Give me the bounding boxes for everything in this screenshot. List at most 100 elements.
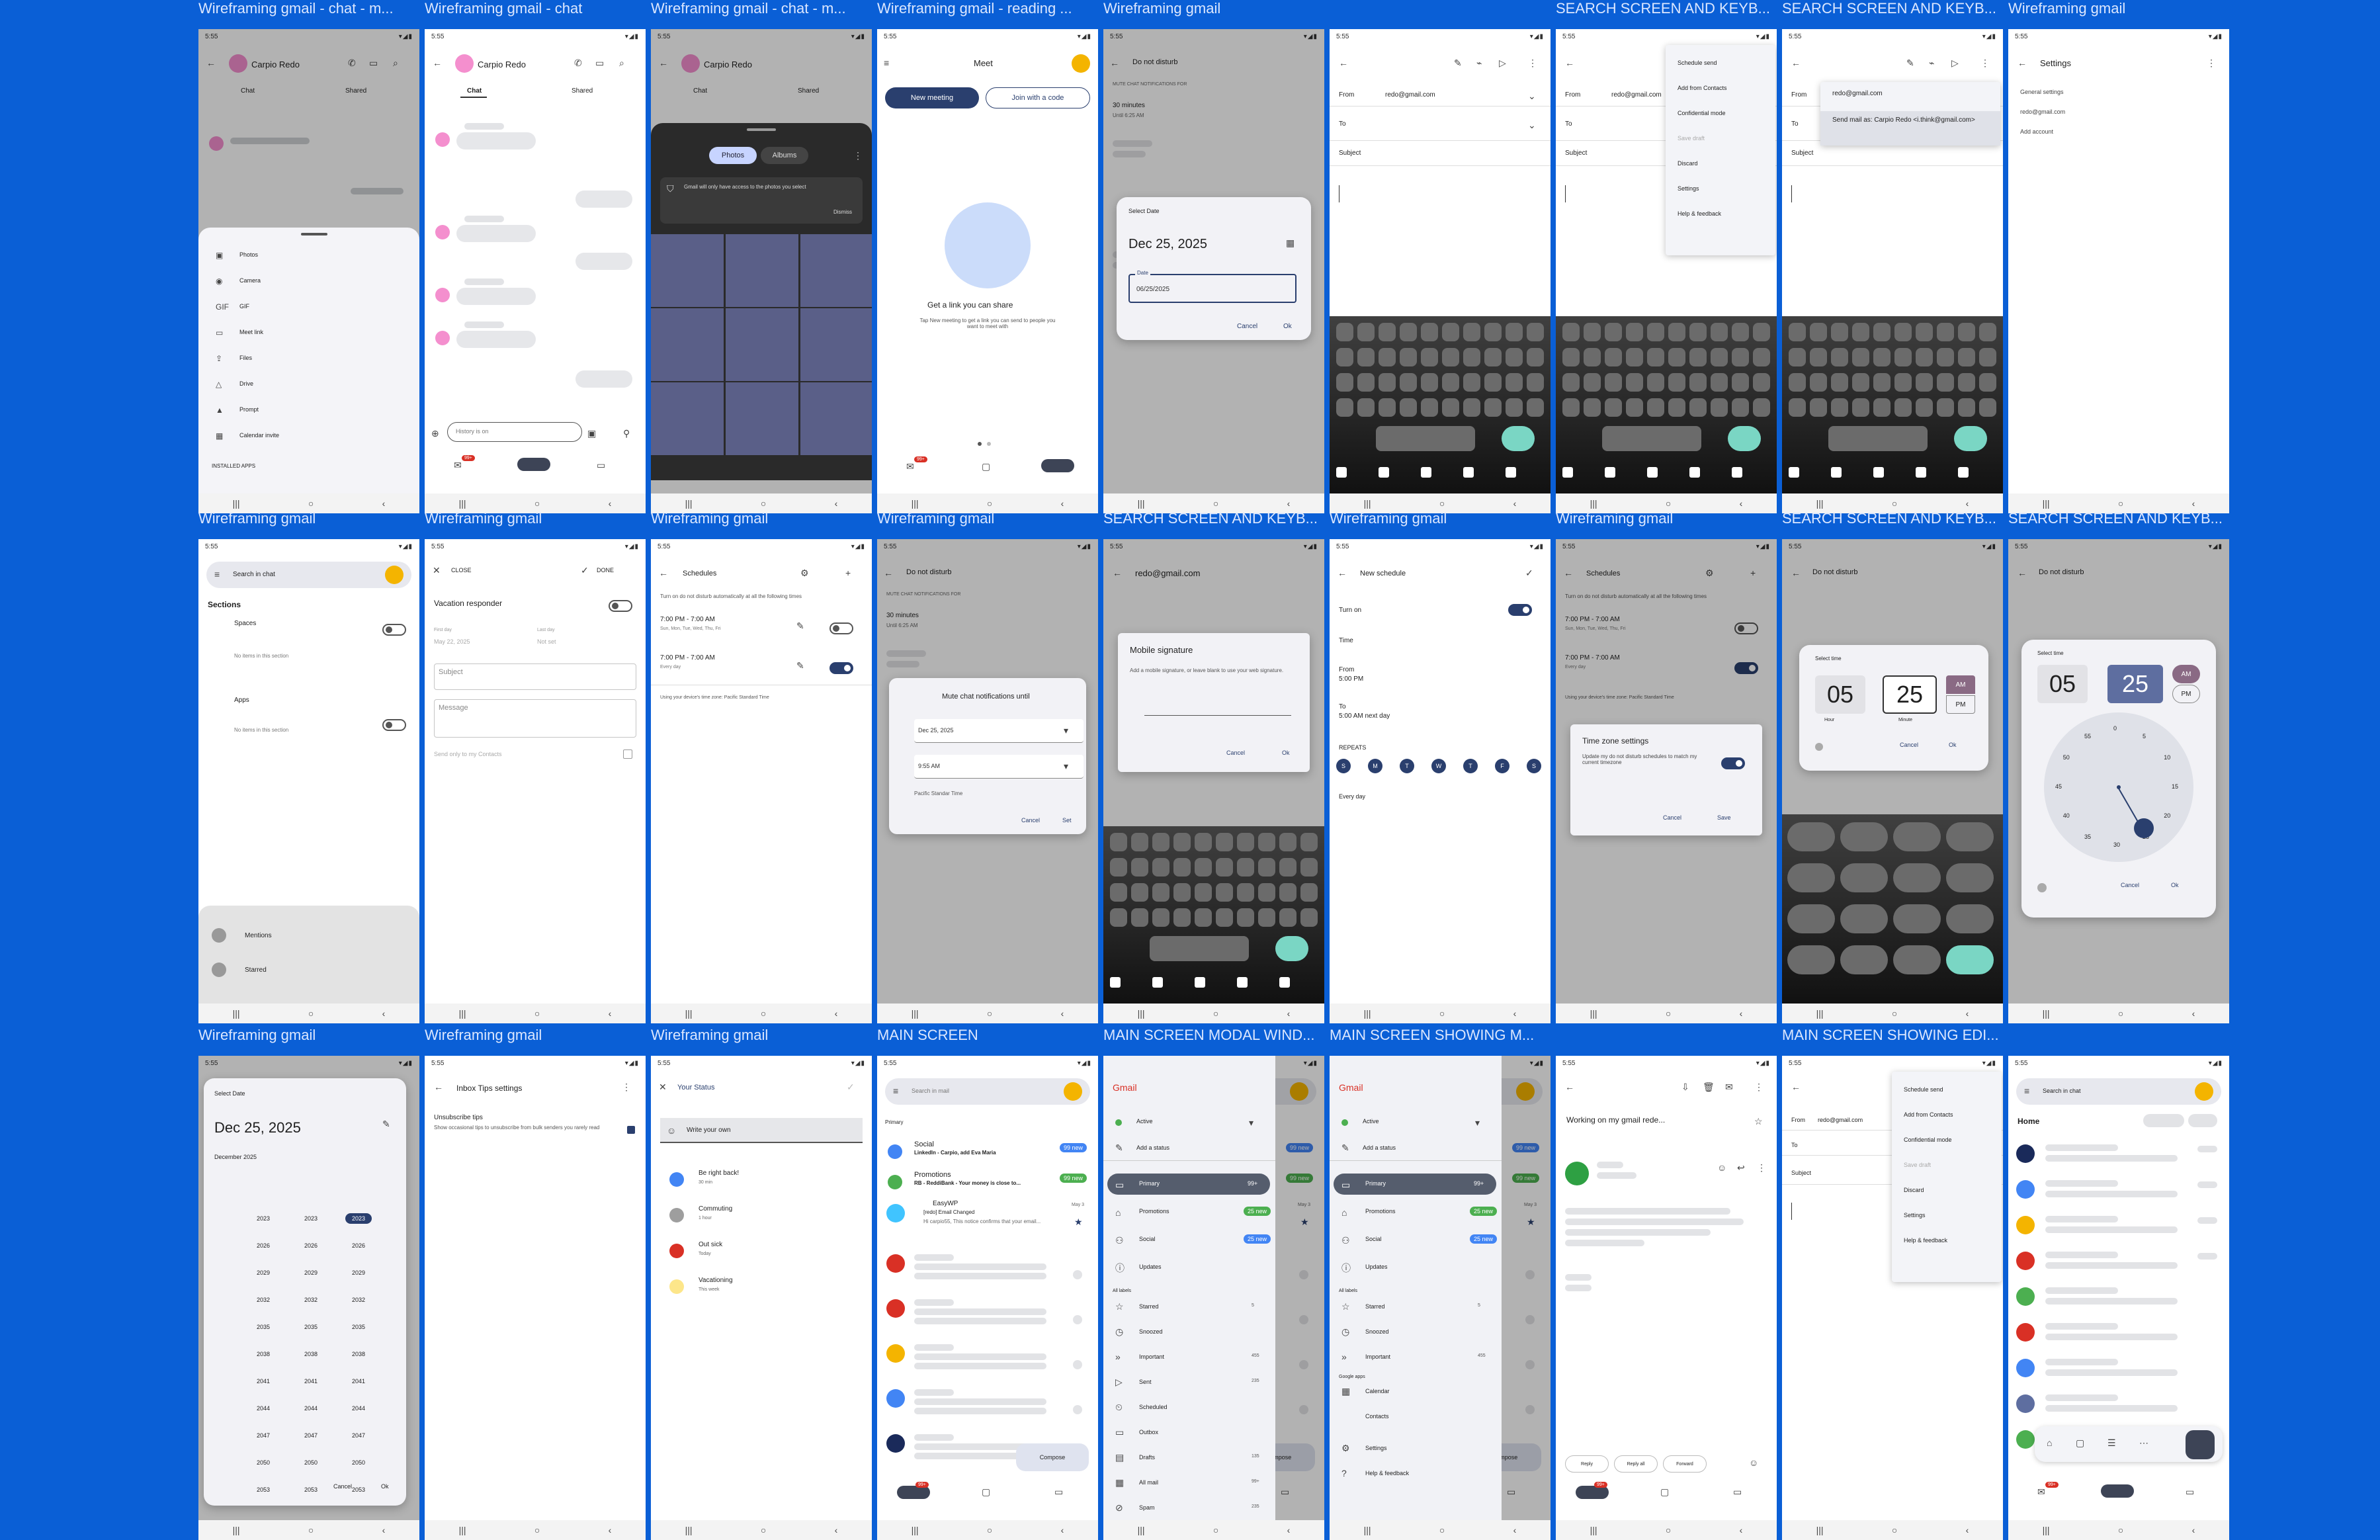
delete-icon[interactable]: 🗑 (1703, 1082, 1715, 1091)
date-input[interactable]: Date 06/25/2025 (1128, 270, 1296, 303)
send-as-account[interactable]: redo@gmail.com (1832, 90, 1883, 97)
home-icon[interactable]: ○ (987, 1525, 992, 1535)
attach-item-label[interactable]: Photos (239, 251, 258, 258)
keyboard-key[interactable] (1400, 398, 1417, 417)
vacation-toggle[interactable] (609, 600, 632, 612)
keyboard-key[interactable] (1195, 883, 1212, 902)
drawer-item-label[interactable]: Updates (1139, 1263, 1162, 1270)
back-icon[interactable]: ‹ (609, 499, 612, 508)
keyboard-key[interactable] (1336, 373, 1353, 392)
back-icon[interactable]: ‹ (2192, 1525, 2195, 1535)
keyboard-key[interactable] (1852, 398, 1869, 417)
keyboard-key[interactable] (1336, 348, 1353, 366)
status-name[interactable]: Commuting (699, 1205, 732, 1213)
keyboard-tool-key[interactable] (1732, 467, 1742, 478)
keyboard-key[interactable] (1152, 858, 1169, 877)
back-arrow-icon[interactable]: ← (1565, 58, 1574, 67)
attach-item-label[interactable]: Calendar invite (239, 432, 279, 439)
keyboard-key[interactable] (1527, 398, 1544, 417)
drawer-label[interactable]: Outbox (1139, 1429, 1158, 1435)
action-reply[interactable]: Reply (1565, 1455, 1609, 1473)
close-button[interactable]: CLOSE (451, 567, 472, 574)
keyboard-key[interactable] (1873, 398, 1891, 417)
active-status[interactable]: Active (1363, 1118, 1379, 1125)
spaces-icon[interactable]: ☰ (2107, 1438, 2116, 1447)
archive-icon[interactable]: ⇩ (1681, 1082, 1689, 1091)
attach-icon[interactable]: ⌁ (1476, 58, 1482, 67)
add-icon[interactable]: + (845, 568, 851, 578)
enter-key[interactable] (1275, 936, 1308, 961)
schedule-1-time[interactable]: 7:00 PM - 7:00 AM (660, 616, 715, 623)
more-icon[interactable]: ⋮ (1754, 1082, 1764, 1091)
keyboard-key[interactable] (1195, 858, 1212, 877)
year-option[interactable]: 2044 (345, 1403, 372, 1414)
drawer-label[interactable]: Spam (1139, 1504, 1155, 1511)
year-option[interactable]: 2047 (298, 1430, 324, 1441)
save-check-icon[interactable]: ✓ (1525, 568, 1533, 578)
keyboard-key[interactable] (1195, 833, 1212, 851)
back-arrow-icon[interactable]: ← (433, 58, 442, 67)
dial-number[interactable]: 15 (2172, 783, 2178, 790)
close-icon[interactable]: ✕ (433, 566, 441, 575)
attach-icon[interactable]: ⌁ (1929, 58, 1934, 67)
home-icon[interactable]: ○ (1213, 1009, 1218, 1018)
home-icon[interactable]: ○ (308, 499, 314, 508)
to-value[interactable]: 5:00 AM next day (1339, 712, 1390, 720)
spaces-toggle[interactable] (382, 624, 406, 636)
back-arrow-icon[interactable]: ← (1565, 1082, 1574, 1091)
keyboard-key[interactable] (1173, 908, 1191, 927)
send-as-option[interactable]: Send mail as: Carpio Redo <i.think@gmail… (1832, 116, 1984, 124)
message-input[interactable]: History is on (447, 422, 582, 442)
keyboard-key[interactable] (1647, 323, 1664, 341)
keyboard-key[interactable] (1110, 833, 1127, 851)
menu-icon[interactable]: ≡ (893, 1086, 898, 1095)
keyboard-tool-key[interactable] (1110, 977, 1121, 988)
chat-search-bar[interactable]: ≡ Search in chat (2016, 1078, 2221, 1105)
menu-item[interactable]: Settings (1678, 185, 1699, 192)
profile-avatar[interactable] (1064, 1082, 1082, 1101)
ok-button[interactable]: Ok (1283, 323, 1292, 330)
photo-thumbnail[interactable] (800, 308, 872, 381)
drawer-label[interactable]: Scheduled (1139, 1404, 1168, 1410)
filter-chip[interactable] (2188, 1114, 2217, 1127)
pm-toggle[interactable]: PM (2172, 685, 2200, 703)
recents-icon[interactable]: ||| (2043, 1009, 2050, 1018)
keyboard-key[interactable] (1506, 348, 1523, 366)
keyboard-key[interactable] (1379, 398, 1396, 417)
drawer-label[interactable]: Sent (1139, 1379, 1152, 1385)
keyboard-key[interactable] (1789, 348, 1806, 366)
keyboard-key[interactable] (1131, 833, 1148, 851)
cancel-button[interactable]: Cancel (1237, 323, 1257, 330)
keyboard-tool-key[interactable] (1421, 467, 1431, 478)
keyboard-key[interactable] (1357, 323, 1375, 341)
keyboard-key[interactable] (1753, 323, 1770, 341)
edit-icon[interactable]: ✎ (1454, 58, 1462, 67)
keyboard-key[interactable] (1110, 908, 1127, 927)
back-icon[interactable]: ‹ (1287, 1009, 1291, 1018)
dial-number[interactable]: 20 (2164, 812, 2170, 819)
day-chip[interactable]: S (1336, 759, 1351, 773)
keyboard-key[interactable] (1216, 833, 1233, 851)
space-key[interactable] (1150, 936, 1249, 961)
ok-button[interactable]: Ok (1282, 749, 1290, 756)
attach-item-label[interactable]: Drive (239, 380, 253, 387)
keyboard-key[interactable] (1916, 373, 1933, 392)
year-option[interactable]: 2035 (298, 1322, 324, 1332)
photo-thumbnail[interactable] (800, 382, 872, 455)
keyboard-key[interactable] (1237, 858, 1254, 877)
keyboard-key[interactable] (1357, 348, 1375, 366)
calendar-icon[interactable]: ▦ (1286, 238, 1295, 247)
done-button[interactable]: DONE (597, 567, 614, 574)
recents-icon[interactable]: ||| (1590, 1525, 1597, 1535)
day-chip[interactable]: T (1463, 759, 1478, 773)
settings-item[interactable]: redo@gmail.com (2020, 108, 2065, 115)
close-icon[interactable]: ✕ (659, 1082, 667, 1091)
keyboard-key[interactable] (1958, 373, 1975, 392)
home-icon[interactable]: ○ (1439, 1009, 1445, 1018)
keyboard-key[interactable] (1300, 858, 1318, 877)
drawer-label[interactable]: Starred (1365, 1303, 1385, 1310)
space-key[interactable] (1376, 426, 1475, 451)
keyboard-key[interactable] (1937, 373, 1954, 392)
add-status[interactable]: Add a status (1136, 1144, 1169, 1151)
more-icon[interactable]: ⋮ (622, 1082, 631, 1091)
